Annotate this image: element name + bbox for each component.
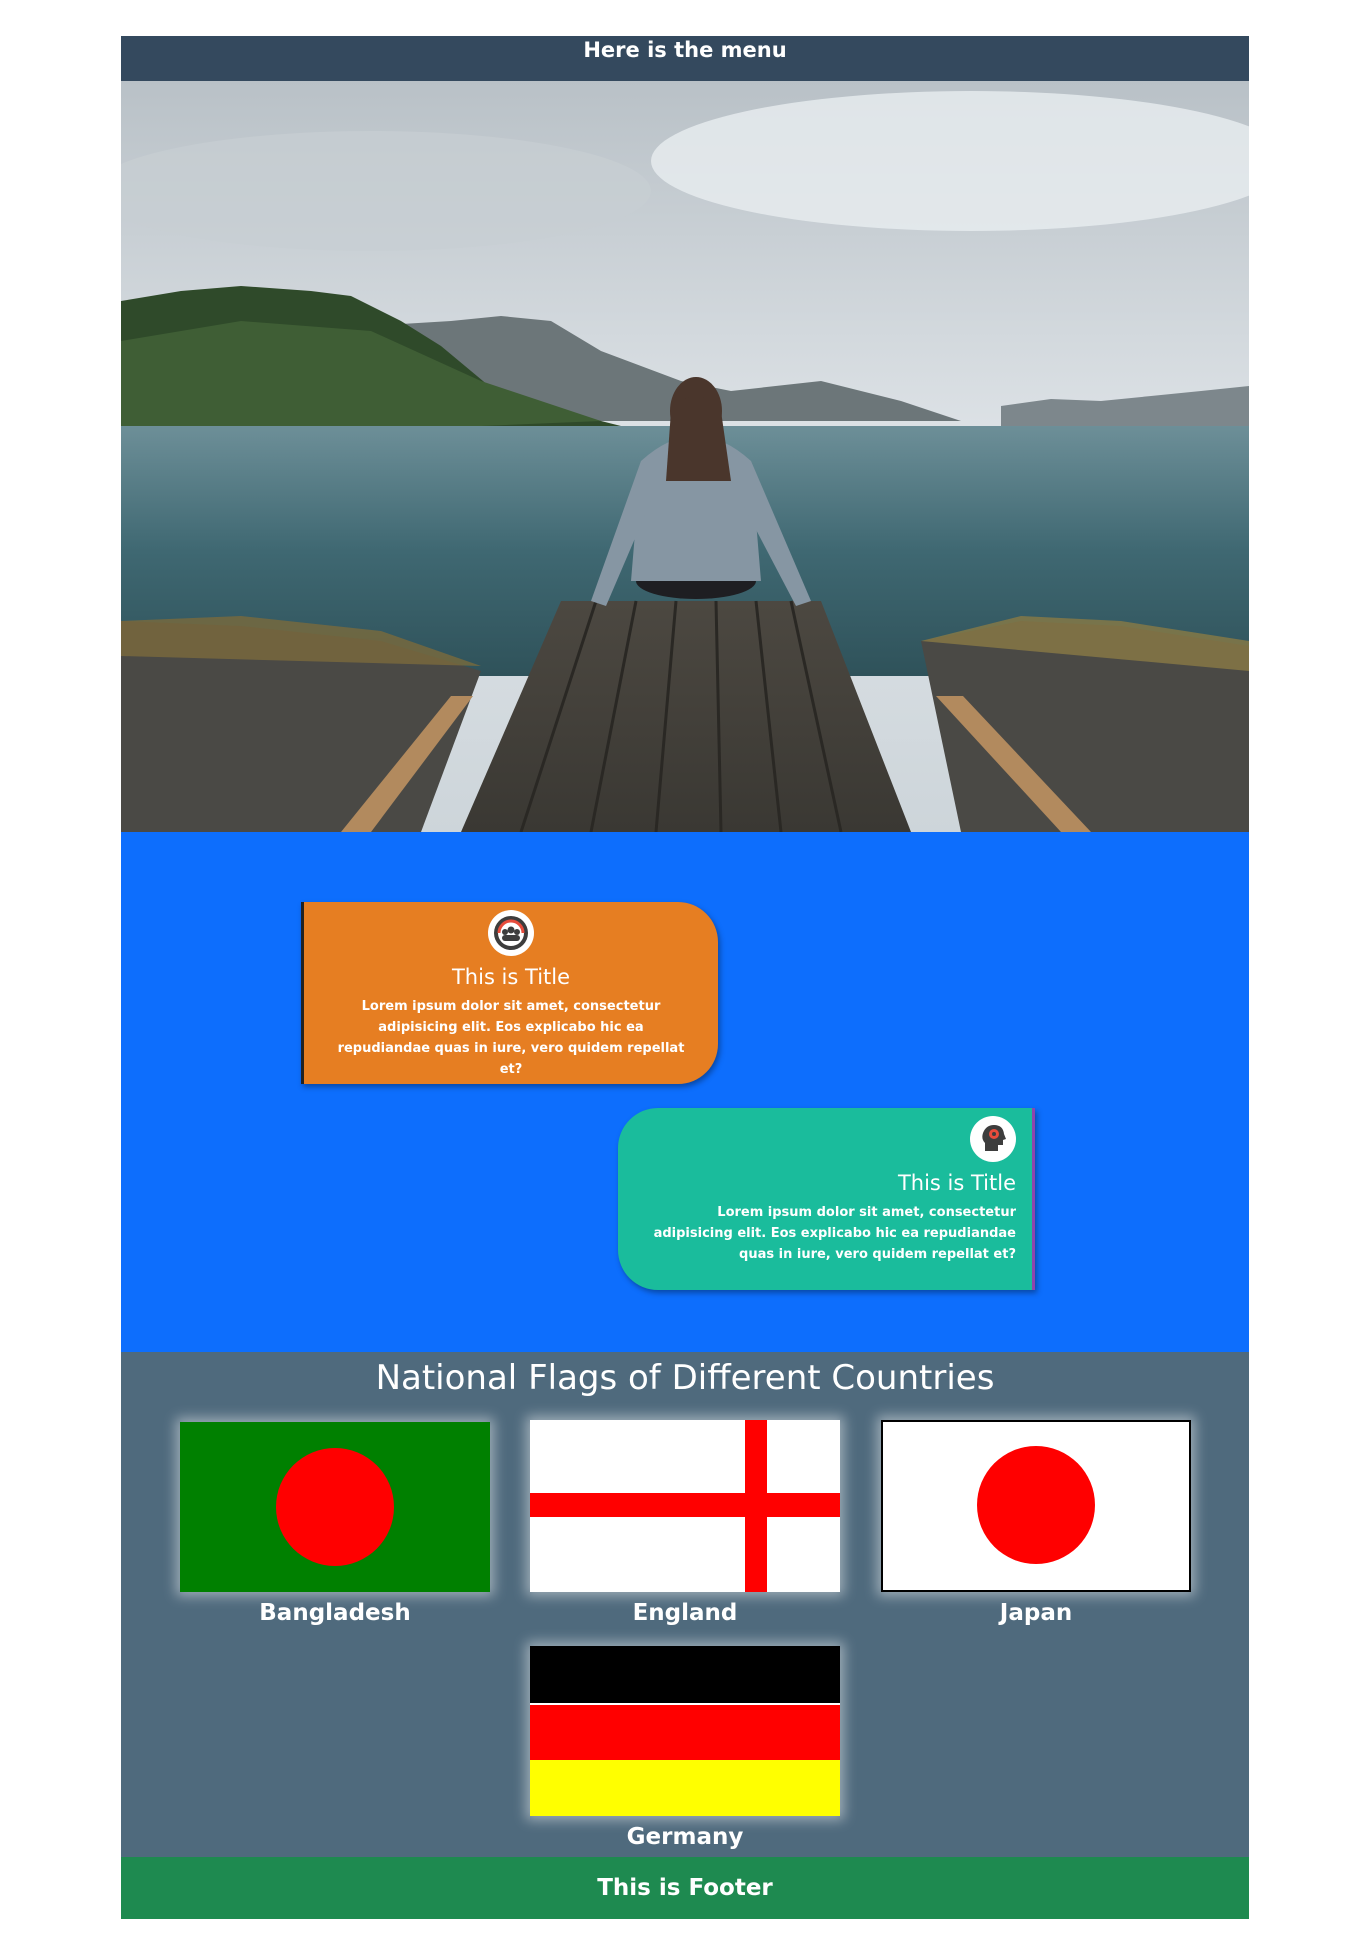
flag-card-bangladesh: Bangladesh [180, 1422, 490, 1628]
germany-flag [530, 1646, 840, 1816]
timeline-card-text: Lorem ipsum dolor sit amet, consectetur … [337, 999, 685, 1077]
flag-vertical-bar [745, 1420, 767, 1592]
flags-section: National Flags of Different Countries Ba… [121, 1352, 1249, 1857]
footer-label: This is Footer [597, 1875, 773, 1901]
flag-label: Japan [999, 1600, 1073, 1626]
page-container: Here is the menu This is Title Lorem ips… [121, 36, 1249, 1919]
flag-card-england: England [530, 1420, 840, 1628]
menu-label: Here is the menu [583, 38, 787, 62]
flag-red-disc [977, 1446, 1095, 1564]
menu-bar[interactable]: Here is the menu [121, 36, 1249, 81]
hero-image [121, 81, 1249, 832]
japan-flag [881, 1420, 1191, 1592]
flag-red-disc [276, 1448, 394, 1566]
timeline-card-text: Lorem ipsum dolor sit amet, consectetur … [653, 1205, 1016, 1262]
hero-photo-illustration [121, 81, 1249, 832]
head-gear-icon [970, 1116, 1016, 1162]
flag-red-stripe [530, 1703, 840, 1760]
flag-gold-stripe [530, 1760, 840, 1816]
flag-label: England [632, 1600, 738, 1626]
england-flag [530, 1420, 840, 1592]
timeline-section: This is Title Lorem ipsum dolor sit amet… [121, 832, 1249, 1352]
flag-horizontal-bar [530, 1493, 840, 1517]
timeline-card-title: This is Title [451, 965, 571, 989]
team-cycle-icon [488, 910, 534, 956]
flag-card-japan: Japan [881, 1420, 1191, 1628]
timeline-card-1: This is Title Lorem ipsum dolor sit amet… [301, 902, 718, 1084]
flags-title: National Flags of Different Countries [375, 1358, 995, 1398]
footer: This is Footer [121, 1857, 1249, 1919]
bangladesh-flag [180, 1422, 490, 1592]
flag-label: Bangladesh [259, 1600, 411, 1626]
flag-black-stripe [530, 1646, 840, 1703]
timeline-card-2: This is Title Lorem ipsum dolor sit amet… [618, 1108, 1035, 1290]
flag-label: Germany [626, 1824, 744, 1850]
timeline-card-title: This is Title [897, 1171, 1016, 1195]
page: Here is the menu This is Title Lorem ips… [0, 0, 1366, 1939]
flag-card-germany: Germany [530, 1646, 840, 1852]
